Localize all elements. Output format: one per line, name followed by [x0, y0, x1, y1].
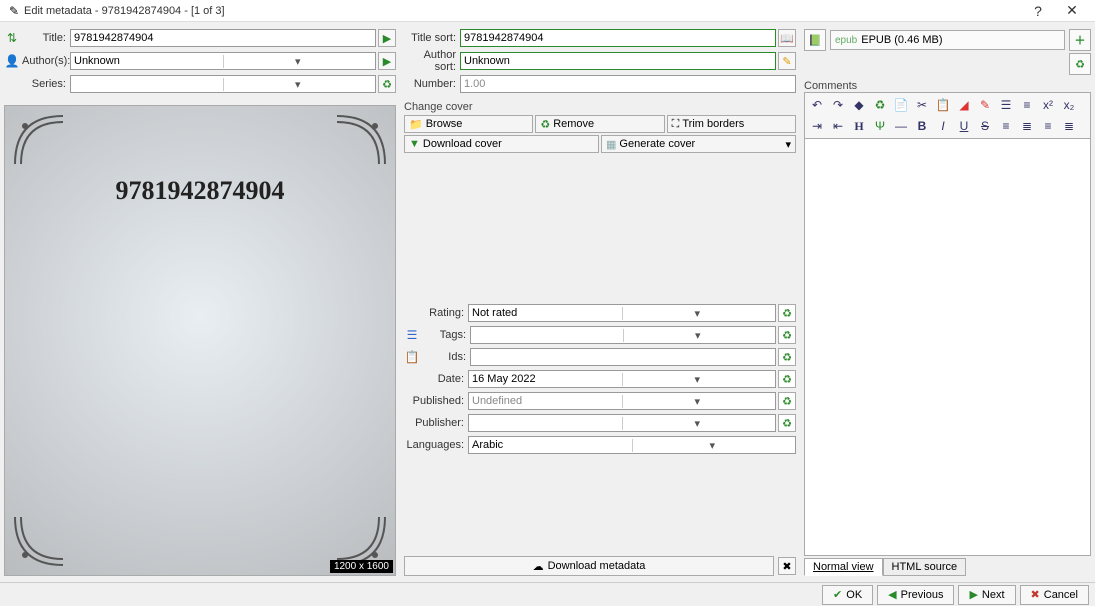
title-label: Title: — [22, 32, 70, 44]
outdent-icon[interactable]: ⇤ — [829, 117, 847, 135]
epub-icon: epub — [835, 35, 857, 46]
open-book-button[interactable]: 📖 — [778, 29, 796, 47]
change-cover-label: Change cover — [404, 101, 796, 113]
next-button[interactable]: ▶Next — [958, 585, 1015, 605]
editor-toolbar: ↶ ↷ ◆ ♻ 📄 ✂ 📋 ◢ ✎ ☰ ≡ x² x₂ ⇥ ⇤ H Ψ — B … — [804, 92, 1091, 138]
ids-input[interactable] — [470, 348, 776, 366]
generate-cover-button[interactable]: ▦Generate cover▾ — [601, 135, 796, 153]
strike-icon[interactable]: S — [976, 117, 994, 135]
publisher-combo[interactable]: ▾ — [468, 414, 776, 432]
select-all-icon[interactable]: ◆ — [850, 96, 868, 114]
download-metadata-button[interactable]: ☁Download metadata — [404, 556, 774, 576]
ids-label: Ids: — [422, 351, 470, 363]
rating-label: Rating: — [404, 307, 468, 319]
languages-combo[interactable]: Arabic▾ — [468, 436, 796, 454]
previous-button[interactable]: ◀Previous — [877, 585, 954, 605]
format-label: EPUB (0.46 MB) — [861, 34, 942, 46]
align-justify-icon[interactable]: ≣ — [1060, 117, 1078, 135]
ids-icon[interactable]: 📋 — [404, 349, 420, 365]
undo-icon[interactable]: ↶ — [808, 96, 826, 114]
title-auto-button[interactable]: ▶ — [378, 29, 396, 47]
align-center-icon[interactable]: ≣ — [1018, 117, 1036, 135]
date-label: Date: — [404, 373, 468, 385]
remove-format-button[interactable]: ♻ — [1069, 53, 1091, 75]
rating-combo[interactable]: Not rated▾ — [468, 304, 776, 322]
close-button[interactable]: ✕ — [1055, 2, 1089, 19]
tags-icon[interactable]: ☰ — [404, 327, 420, 343]
sup-icon[interactable]: x² — [1039, 96, 1057, 114]
download-cover-button[interactable]: ▼Download cover — [404, 135, 599, 153]
tags-reset-button[interactable]: ♻ — [778, 326, 796, 344]
add-format-button[interactable]: ＋ — [1069, 29, 1091, 51]
cancel-button[interactable]: ✖Cancel — [1020, 585, 1089, 605]
authorsort-label: Author sort: — [404, 49, 460, 73]
heading-icon[interactable]: H — [850, 117, 868, 135]
color-icon[interactable]: ◢ — [955, 96, 973, 114]
tags-combo[interactable]: ▾ — [470, 326, 776, 344]
redo-icon[interactable]: ↷ — [829, 96, 847, 114]
number-input[interactable] — [460, 75, 796, 93]
manage-authors-button[interactable]: ✎ — [778, 52, 796, 70]
date-reset-button[interactable]: ♻ — [778, 370, 796, 388]
italic-icon[interactable]: I — [934, 117, 952, 135]
publisher-reset-button[interactable]: ♻ — [778, 414, 796, 432]
comments-label: Comments — [804, 80, 1091, 92]
bold-icon[interactable]: B — [913, 117, 931, 135]
sub-icon[interactable]: x₂ — [1060, 96, 1078, 114]
indent-icon[interactable]: ⇥ — [808, 117, 826, 135]
bgcolor-icon[interactable]: ✎ — [976, 96, 994, 114]
series-combo[interactable]: ▾ — [70, 75, 376, 93]
hr-icon[interactable]: — — [892, 117, 910, 135]
author-icon: 👤 — [4, 53, 20, 69]
formats-list[interactable]: epub EPUB (0.46 MB) — [830, 30, 1065, 50]
align-left-icon[interactable]: ≡ — [997, 117, 1015, 135]
cover-dimensions: 1200 x 1600 — [330, 560, 393, 573]
footer: ✔OK ◀Previous ▶Next ✖Cancel — [0, 582, 1095, 606]
published-label: Published: — [404, 395, 468, 407]
link-icon[interactable]: Ψ — [871, 117, 889, 135]
swap-title-icon[interactable]: ⇅ — [4, 30, 20, 46]
ul-icon[interactable]: ☰ — [997, 96, 1015, 114]
number-label: Number: — [404, 78, 460, 90]
titlesort-label: Title sort: — [404, 32, 460, 44]
help-button[interactable]: ? — [1021, 3, 1055, 19]
titlesort-input[interactable] — [460, 29, 776, 47]
published-input[interactable]: Undefined▾ — [468, 392, 776, 410]
ids-reset-button[interactable]: ♻ — [778, 348, 796, 366]
published-reset-button[interactable]: ♻ — [778, 392, 796, 410]
underline-icon[interactable]: U — [955, 117, 973, 135]
comments-editor[interactable] — [804, 138, 1091, 556]
window-title: Edit metadata - 9781942874904 - [1 of 3] — [24, 5, 1021, 17]
app-icon: ✎ — [6, 3, 22, 19]
copy-icon[interactable]: 📄 — [892, 96, 910, 114]
ok-button[interactable]: ✔OK — [822, 585, 873, 605]
authors-auto-button[interactable]: ▶ — [378, 52, 396, 70]
authorsort-input[interactable] — [460, 52, 776, 70]
remove-format-icon[interactable]: ♻ — [871, 96, 889, 114]
cover-title-text: 9781942874904 — [116, 176, 285, 206]
rating-reset-button[interactable]: ♻ — [778, 304, 796, 322]
cut-icon[interactable]: ✂ — [913, 96, 931, 114]
series-clear-button[interactable]: ♻ — [378, 75, 396, 93]
browse-cover-button[interactable]: 📁Browse — [404, 115, 533, 133]
authors-label: Author(s): — [22, 55, 70, 67]
series-label: Series: — [22, 78, 70, 90]
languages-label: Languages: — [404, 439, 468, 451]
ol-icon[interactable]: ≡ — [1018, 96, 1036, 114]
align-right-icon[interactable]: ≡ — [1039, 117, 1057, 135]
download-metadata-config-button[interactable]: ✖ — [778, 557, 796, 575]
tab-normal-view[interactable]: Normal view — [804, 558, 883, 576]
date-input[interactable]: 16 May 2022▾ — [468, 370, 776, 388]
titlebar: ✎ Edit metadata - 9781942874904 - [1 of … — [0, 0, 1095, 22]
remove-cover-button[interactable]: ♻Remove — [535, 115, 664, 133]
paste-icon[interactable]: 📋 — [934, 96, 952, 114]
trim-borders-button[interactable]: ⛶Trim borders — [667, 115, 796, 133]
cover-preview: 9781942874904 1200 x 1600 — [4, 105, 396, 576]
publisher-label: Publisher: — [404, 417, 468, 429]
set-cover-from-format-button[interactable]: 📗 — [804, 29, 826, 51]
tags-label: Tags: — [422, 329, 470, 341]
authors-combo[interactable]: Unknown▾ — [70, 52, 376, 70]
title-input[interactable] — [70, 29, 376, 47]
tab-html-source[interactable]: HTML source — [883, 558, 967, 576]
